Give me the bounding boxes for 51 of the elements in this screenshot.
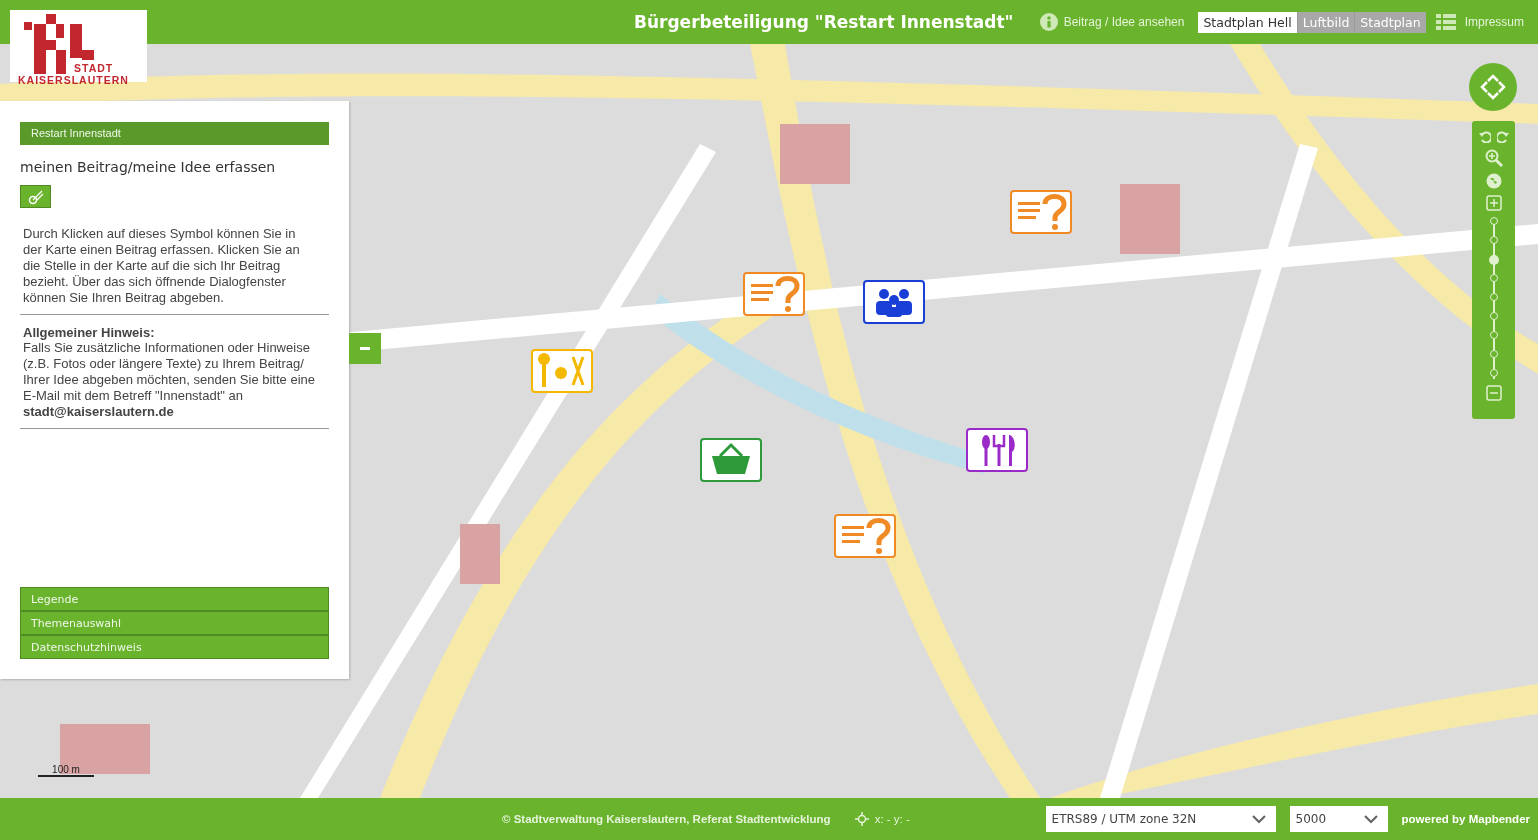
powered-by-text: powered by Mapbender — [1401, 813, 1530, 825]
slider-stop-icon[interactable] — [1489, 369, 1498, 377]
dropdown[interactable]: ETRS89 / UTM zone 32N — [1045, 806, 1276, 832]
basket-marker-icon[interactable] — [700, 438, 762, 482]
notice-title: Allgemeiner Hinweis: — [23, 325, 156, 340]
impressum-link[interactable]: Impressum — [1435, 14, 1524, 30]
accordion-item[interactable]: Legende — [20, 587, 329, 611]
zoom-in-button-icon[interactable] — [1485, 195, 1502, 211]
question-marker-icon[interactable] — [1010, 190, 1072, 234]
slider-stop-icon[interactable] — [1489, 350, 1498, 358]
zoom-in-icon[interactable] — [1484, 149, 1503, 167]
panel-heading: Restart Innenstadt — [20, 122, 329, 145]
info-link[interactable]: Beitrag / Idee ansehen — [1039, 13, 1185, 31]
notice-text: Falls Sie zusätzliche Informationen oder Hinweise (z.B. Fotos oder längere Texte) zu Ihrem Beitrag/ Ihrer Idee abgeben möchten, senden Sie bitte eine E-Mail mit dem Betreff "Innenstadt" an stadt@kaiserslautern.de — [23, 340, 316, 420]
collapse-button[interactable] — [349, 333, 381, 364]
slider-stop-icon[interactable] — [1489, 217, 1498, 225]
basemap-tab[interactable]: Stadtplan Hell — [1198, 11, 1297, 33]
info-icon — [1039, 13, 1058, 31]
crosshair-icon — [854, 812, 869, 826]
slider-stop-icon[interactable] — [1489, 293, 1498, 301]
minus-icon — [360, 347, 370, 350]
accordion-item[interactable]: Themenauswahl — [20, 611, 329, 635]
undo-icon[interactable] — [1478, 131, 1491, 143]
list-icon — [1435, 14, 1456, 30]
fullscreen-icon — [1479, 73, 1507, 101]
dropdown[interactable]: 5000 — [1289, 806, 1388, 832]
zoom-out-icon[interactable] — [1485, 385, 1502, 401]
instructions-text: Durch Klicken auf dieses Symbol können Sie in der Karte einen Beitrag erfassen. Klicken Sie an die Stelle in der Karte auf die sich Ihr Beitrag bezieht. Über das sich öffnende Dialogfenster können Sie Ihren Beitrag abgeben. — [23, 226, 301, 306]
slider-stop-icon[interactable] — [1489, 312, 1498, 320]
coordinates-text: x: - y: - — [874, 813, 910, 825]
panel-subtitle: meinen Beitrag/meine Idee erfassen — [20, 159, 277, 175]
app-title: Bürgerbeteiligung "Restart Innenstadt" — [634, 12, 1014, 32]
redo-icon[interactable] — [1496, 131, 1509, 143]
accordion-item[interactable]: Datenschutzhinweis — [20, 635, 329, 659]
people-marker-icon[interactable] — [863, 280, 925, 324]
chevron-down-icon — [1251, 814, 1266, 824]
slider-stop-icon[interactable] — [1489, 274, 1498, 282]
question-marker-icon[interactable] — [743, 272, 805, 316]
chevron-down-icon — [1363, 814, 1378, 824]
slider-stop-icon[interactable] — [1489, 331, 1498, 339]
edit-button[interactable] — [20, 185, 51, 208]
pen-icon — [27, 188, 44, 205]
logo-text: KAISERSLAUTERN — [18, 74, 130, 86]
logo-text: STADT — [74, 62, 115, 74]
tools-marker-icon[interactable] — [531, 349, 593, 393]
question-marker-icon[interactable] — [834, 514, 896, 558]
slider-stop-icon[interactable] — [1489, 236, 1498, 244]
scale-bar: 100 m — [38, 764, 94, 777]
copyright-text: © Stadtverwaltung Kaiserslautern, Referat Stadtentwicklung — [502, 813, 831, 825]
zoom-thumb[interactable] — [1488, 255, 1499, 265]
cutlery-marker-icon[interactable] — [966, 428, 1028, 472]
